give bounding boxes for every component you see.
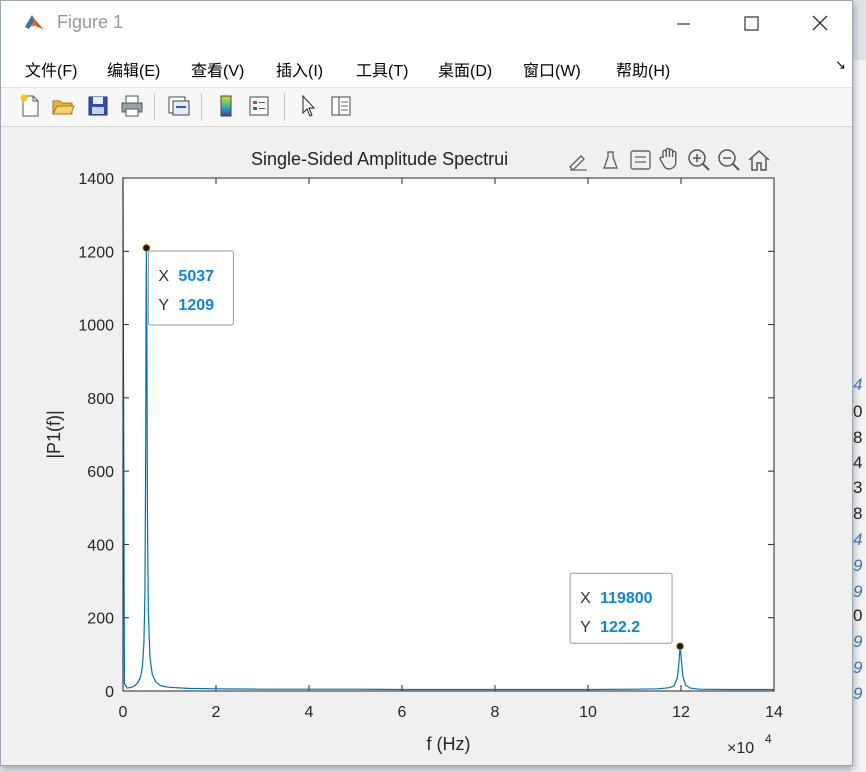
- close-button[interactable]: [797, 7, 843, 39]
- figure-canvas: [13, 127, 851, 757]
- matlab-logo-icon: [25, 15, 43, 29]
- background-text-fragment: 8: [853, 504, 863, 523]
- menu-window[interactable]: 窗口(W): [523, 57, 581, 81]
- background-text-fragment: 0: [853, 606, 863, 625]
- maximize-button[interactable]: [728, 7, 774, 39]
- background-text-fragment: 9: [853, 658, 863, 677]
- link-plot-icon[interactable]: [165, 93, 191, 119]
- save-icon[interactable]: [85, 93, 111, 119]
- colorbar-icon[interactable]: [213, 93, 239, 119]
- legend-icon[interactable]: [246, 93, 272, 119]
- toolbar-separator: [154, 93, 155, 121]
- background-text-fragment: 4: [853, 530, 863, 549]
- menu-tools[interactable]: 工具(T): [356, 57, 408, 81]
- menu-desktop[interactable]: 桌面(D): [438, 57, 492, 81]
- maximize-icon: [744, 16, 759, 31]
- property-inspector-icon[interactable]: [328, 93, 354, 119]
- toolbar-separator: [284, 93, 285, 121]
- background-text-fragment: 8: [853, 428, 863, 447]
- brush-icon[interactable]: [567, 148, 591, 172]
- menu-file[interactable]: 文件(F): [25, 57, 77, 81]
- new-figure-icon[interactable]: [17, 93, 43, 119]
- minimize-button[interactable]: [660, 7, 706, 39]
- background-text-fragment: 9: [853, 582, 863, 601]
- figure-window: Figure 1 文件(F) 编辑(E) 查看(V) 插入(I) 工具(T) 桌…: [0, 0, 853, 766]
- background-text-fragment: 9: [853, 632, 863, 651]
- open-folder-icon[interactable]: [50, 93, 76, 119]
- background-text-fragment: 4: [853, 453, 863, 472]
- background-text-fragment: 9: [853, 684, 863, 703]
- minimize-icon: [677, 23, 690, 25]
- menu-edit[interactable]: 编辑(E): [107, 57, 160, 81]
- title-bar[interactable]: Figure 1: [1, 1, 852, 45]
- toolbar-separator: [201, 93, 202, 121]
- background-text-fragment: 9: [853, 556, 863, 575]
- background-text-fragment: 3: [853, 478, 863, 497]
- menu-insert[interactable]: 插入(I): [276, 57, 323, 81]
- data-tips-icon[interactable]: [599, 148, 623, 172]
- close-icon: [812, 15, 828, 31]
- menu-help[interactable]: 帮助(H): [616, 57, 670, 81]
- print-icon[interactable]: [119, 93, 145, 119]
- menu-overflow-arrow[interactable]: ↘: [835, 57, 846, 73]
- background-text-fragment: 4: [853, 375, 863, 394]
- edit-plot-cursor-icon[interactable]: [295, 93, 321, 119]
- window-title: Figure 1: [57, 12, 124, 32]
- background-text-fragment: 0: [853, 402, 863, 421]
- menu-view[interactable]: 查看(V): [191, 57, 244, 81]
